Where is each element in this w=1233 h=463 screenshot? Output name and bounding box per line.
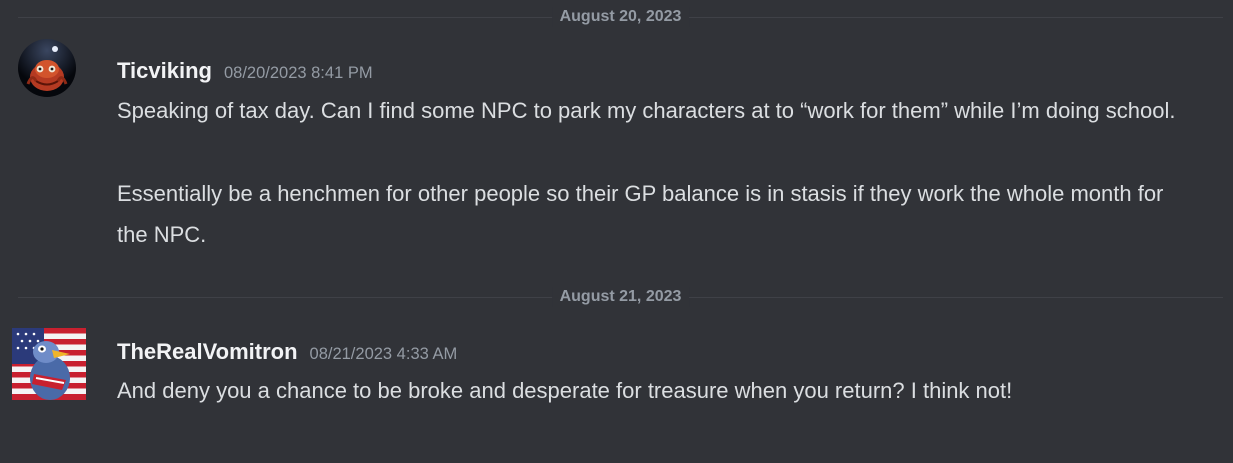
message-text: And deny you a chance to be broke and de… xyxy=(117,378,1013,403)
message-timestamp[interactable]: 08/21/2023 4:33 AM xyxy=(310,345,458,364)
username[interactable]: Ticviking xyxy=(117,58,212,84)
message-header: Ticviking 08/20/2023 8:41 PM xyxy=(117,58,373,84)
date-divider-label: August 21, 2023 xyxy=(551,287,690,307)
username[interactable]: TheRealVomitron xyxy=(117,339,298,365)
date-divider: August 20, 2023 xyxy=(18,7,1223,27)
red-furry-muppet-avatar-icon xyxy=(18,39,76,97)
date-divider: August 21, 2023 xyxy=(18,287,1223,307)
message-header: TheRealVomitron 08/21/2023 4:33 AM xyxy=(117,339,457,365)
message-text: Speaking of tax day. Can I find some NPC… xyxy=(117,98,1176,123)
message-timestamp[interactable]: 08/20/2023 8:41 PM xyxy=(224,64,373,83)
eagle-with-us-flag-avatar-icon xyxy=(12,328,86,400)
user-avatar[interactable] xyxy=(18,39,76,97)
user-avatar[interactable] xyxy=(12,328,86,400)
date-divider-label: August 20, 2023 xyxy=(551,7,690,27)
message-text: Essentially be a henchmen for other peop… xyxy=(117,181,1164,247)
